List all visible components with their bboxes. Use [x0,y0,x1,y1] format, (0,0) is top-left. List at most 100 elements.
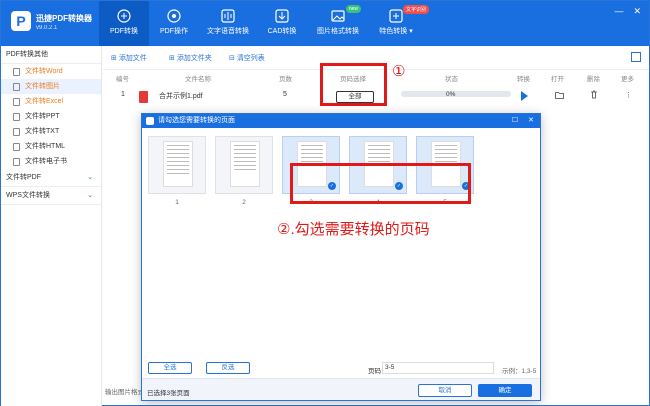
col-status: 状态 [445,76,458,83]
page-number: 1 [175,199,179,206]
add-file-label: 添加文件 [118,55,147,62]
app-logo: P [11,11,31,31]
col-pages: 页数 [279,76,292,83]
file-icon [13,128,20,136]
main-nav: PDF转换 PDF操作 文字语音转换 CAD转换 new 图片格式转换 文字识别 [99,1,429,46]
chevron-down-icon: ⌄ [87,192,93,199]
chevron-down-icon: ▾ [409,28,413,35]
dialog-titlebar: 请勾选您需要转换的页面 ☐ ✕ [142,114,540,128]
sidebar-group-label: 文件转PDF [6,174,41,181]
image-icon [331,10,345,22]
app-icon [146,117,154,125]
sidebar-item-label: 文件转TXT [25,128,60,135]
output-format-label: 输出图片格式 [105,389,144,396]
clear-list-button[interactable]: ⊟ 清空列表 [229,53,265,63]
sidebar-item-image[interactable]: 文件转图片 [1,79,101,94]
pages-input[interactable]: 3-5 [382,362,494,374]
top-bar: P 迅捷PDF转换器 v9.0.2.1 PDF转换 PDF操作 文字语音转换 C… [1,1,649,46]
special-icon [389,9,403,23]
selected-count: 已选择3张页面 [147,390,190,397]
row-index: 1 [121,91,125,98]
pdf-operate-icon [167,9,181,23]
sidebar-item-label: 文件转Word [25,68,63,75]
sidebar-group-file-to-pdf[interactable]: 文件转PDF ⌄ [1,169,101,187]
annotation-step-2: ②.勾选需要转换的页码 [277,221,430,238]
col-more: 更多 [621,76,634,83]
clear-list-label: 清空列表 [236,55,265,62]
file-icon [13,83,20,91]
new-badge: new [345,5,361,13]
sidebar-item-label: 文件转图片 [25,83,60,90]
folder-icon[interactable] [555,91,564,99]
progress-text: 0% [446,91,456,98]
nav-cad[interactable]: CAD转换 [257,1,307,46]
sidebar-group-label: PDF转换其他 [6,51,48,58]
maximize-button[interactable]: ☐ [512,114,518,128]
ok-button[interactable]: 确定 [478,384,532,397]
nav-pdf-convert[interactable]: PDF转换 [99,1,149,46]
nav-voice[interactable]: 文字语音转换 [199,1,257,46]
nav-image[interactable]: new 图片格式转换 [307,1,369,46]
sidebar-item-label: 文件转电子书 [25,158,67,165]
nav-pdf-operate[interactable]: PDF操作 [149,1,199,46]
file-icon [13,158,20,166]
col-name: 文件名称 [185,76,211,83]
nav-label: 特色转换 [379,28,408,35]
add-folder-button[interactable]: ⊞ 添加文件夹 [169,53,212,63]
sidebar-item-label: 文件转HTML [25,143,66,150]
minimize-button[interactable]: — [614,6,623,17]
trash-icon[interactable] [590,90,598,99]
sidebar-group-pdf-to-other[interactable]: PDF转换其他 [1,46,101,64]
nav-label: 图片格式转换 [317,28,359,35]
page-number: 2 [242,199,246,206]
cancel-button[interactable]: 取消 [418,384,472,397]
app-version: v9.0.2.1 [36,25,58,31]
nav-label: PDF转换 [110,28,138,35]
page-thumb-2[interactable]: 2 [215,136,273,206]
sidebar-group-label: WPS文件转换 [6,192,50,199]
chevron-down-icon: ⌄ [87,174,93,181]
file-icon [13,113,20,121]
select-all-button[interactable]: 全选 [148,362,192,374]
nav-label: CAD转换 [267,28,297,35]
sidebar-item-ppt[interactable]: 文件转PPT [1,109,101,124]
pages-label: 页码 [368,368,381,375]
ocr-badge: 文字识别 [402,5,429,14]
annotation-circle-1: ① [392,63,406,80]
invert-selection-button[interactable]: 反选 [206,362,250,374]
page-sheet [163,141,193,187]
sidebar-item-txt[interactable]: 文件转TXT [1,124,101,139]
sidebar-group-wps[interactable]: WPS文件转换 ⌄ [1,187,101,205]
sidebar-item-excel[interactable]: 文件转Excel [1,94,101,109]
col-convert: 转换 [517,76,530,83]
voice-icon [221,9,235,23]
close-button[interactable]: ✕ [528,114,534,128]
progress-bar [401,91,511,97]
sidebar-item-html[interactable]: 文件转HTML [1,139,101,154]
sidebar-item-ebook[interactable]: 文件转电子书 [1,154,101,169]
page-preview [215,136,273,194]
col-open: 打开 [551,76,564,83]
row-filename: 合并示例1.pdf [159,93,203,100]
sidebar-item-word[interactable]: 文件转Word [1,64,101,79]
add-file-button[interactable]: ⊞ 添加文件 [111,53,147,63]
dialog-controls: ☐ ✕ [512,114,534,128]
cad-icon [275,9,289,23]
nav-special[interactable]: 文字识别 特色转换 ▾ [369,1,429,46]
play-icon[interactable] [521,91,528,101]
page-preview [148,136,206,194]
app-window: P 迅捷PDF转换器 v9.0.2.1 PDF转换 PDF操作 文字语音转换 C… [0,0,650,406]
dialog-options: 全选 反选 页码 3-5 示例：1,3-5 [142,357,542,377]
row-pages: 5 [283,91,287,98]
more-icon[interactable]: ⋮ [625,91,632,99]
close-button[interactable]: ✕ [633,6,641,17]
pdf-convert-icon [117,9,131,23]
annotation-box-2 [290,163,471,204]
add-folder-label: 添加文件夹 [176,55,212,62]
page-thumb-1[interactable]: 1 [148,136,206,206]
pdf-file-icon [139,91,148,103]
grid-view-icon[interactable] [631,52,641,62]
file-icon [13,143,20,151]
col-index: 编号 [116,76,129,83]
page-sheet [230,141,260,187]
